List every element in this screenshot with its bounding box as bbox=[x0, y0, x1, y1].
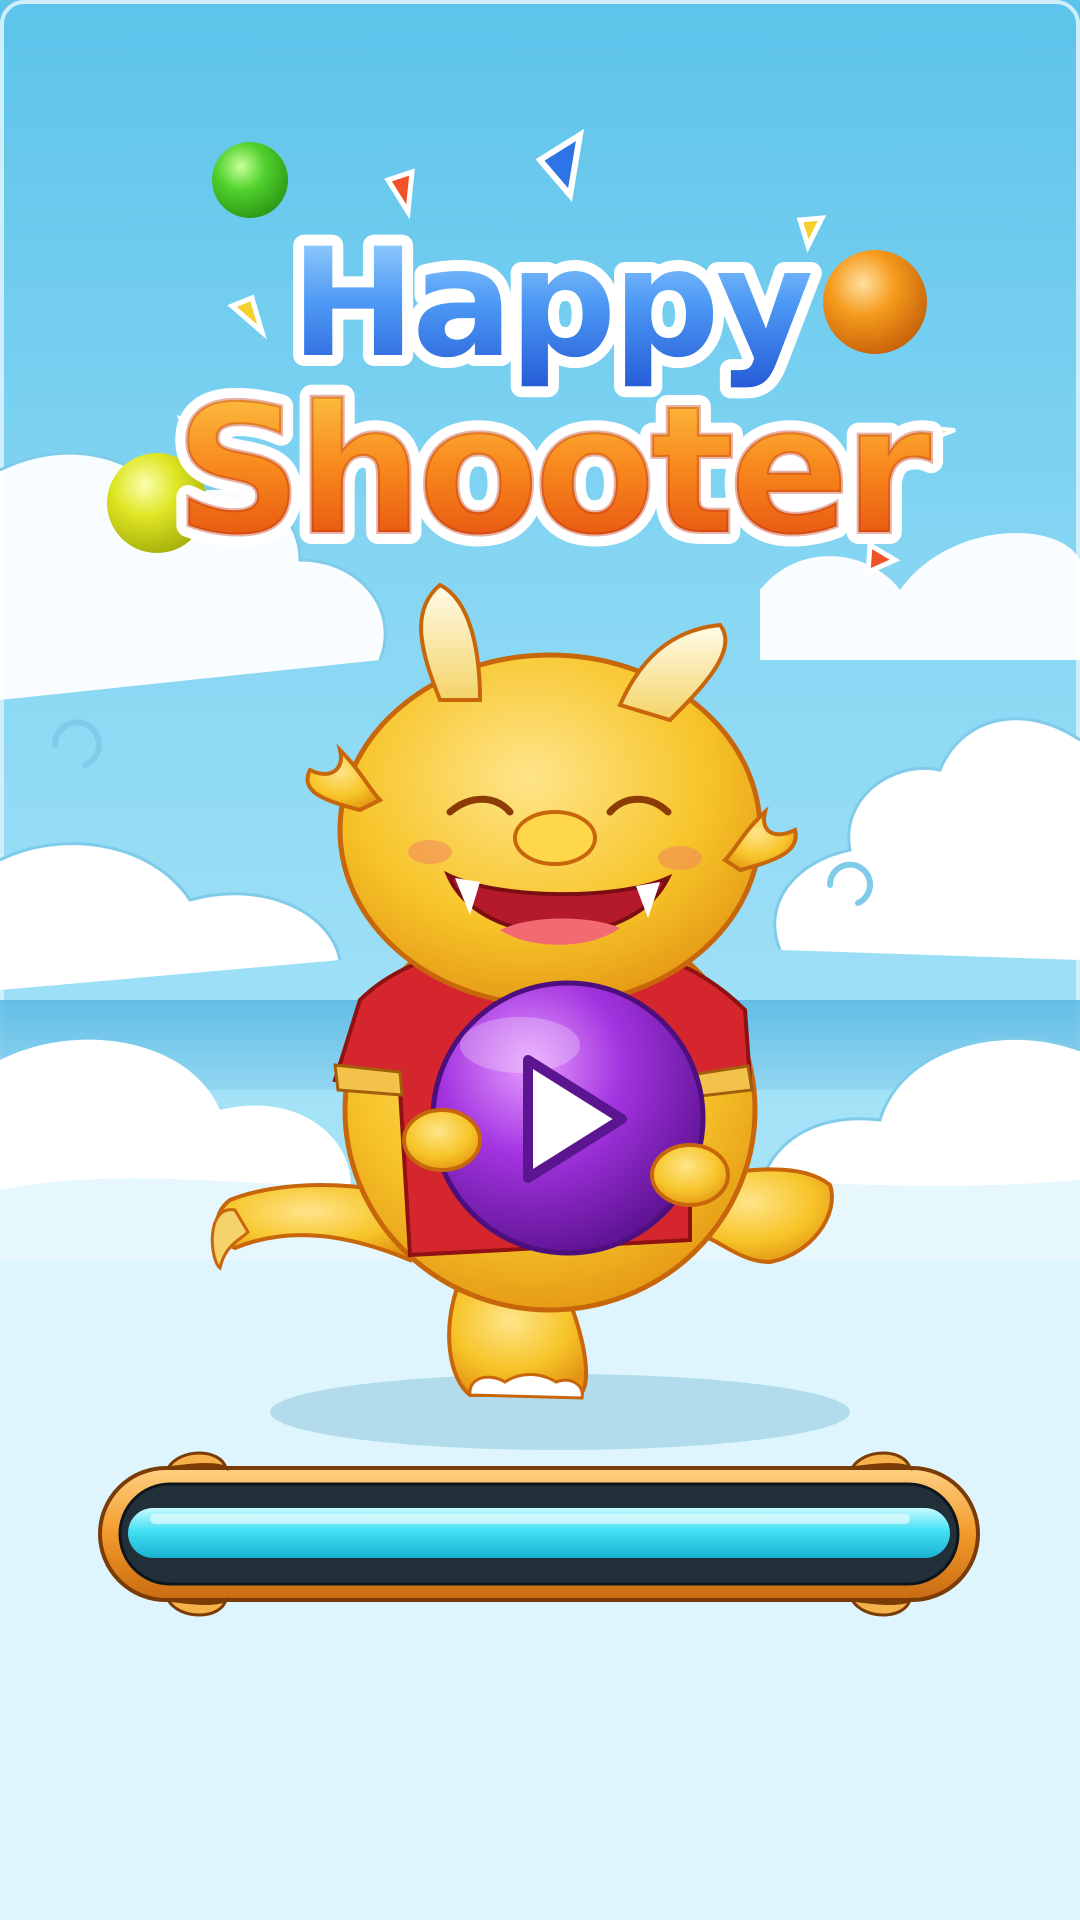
svg-text:Shooter: Shooter bbox=[174, 367, 931, 574]
play-button[interactable] bbox=[430, 980, 706, 1256]
dragon-hand-left bbox=[402, 1108, 482, 1172]
title-happy: Happy bbox=[290, 217, 812, 391]
dragon-hand-right bbox=[650, 1143, 730, 1207]
green-bubble-icon bbox=[212, 142, 288, 218]
loading-bar bbox=[98, 1451, 980, 1617]
game-splash-screen: Happy Shooter Shooter bbox=[0, 0, 1080, 1920]
orange-bubble-icon bbox=[823, 250, 927, 354]
game-logo: Happy Shooter Shooter bbox=[162, 206, 949, 586]
